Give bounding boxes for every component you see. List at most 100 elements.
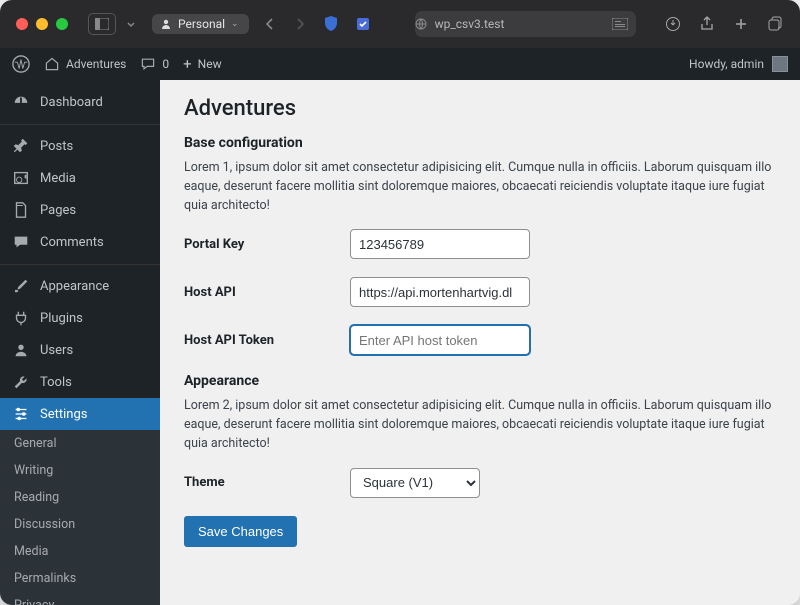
portal-key-input[interactable]: [350, 229, 530, 259]
theme-select[interactable]: Square (V1): [350, 468, 480, 498]
close-window-button[interactable]: [16, 18, 28, 30]
person-icon: [160, 18, 172, 30]
plus-icon: +: [183, 55, 192, 73]
pages-icon: [12, 201, 30, 219]
url-bar[interactable]: wp_csv3.test: [415, 11, 636, 37]
brush-icon: [12, 277, 30, 295]
menu-settings[interactable]: Settings: [0, 398, 160, 430]
howdy-text[interactable]: Howdy, admin: [689, 57, 764, 71]
submenu-reading[interactable]: Reading: [0, 484, 160, 511]
submenu-permalinks[interactable]: Permalinks: [0, 565, 160, 592]
host-api-token-label: Host API Token: [184, 333, 350, 348]
row-theme: Theme Square (V1): [184, 468, 776, 498]
section-description: Lorem 1, ipsum dolor sit amet consectetu…: [184, 159, 776, 215]
section-base-config: Base configuration Lorem 1, ipsum dolor …: [184, 135, 776, 355]
wrench-icon: [12, 373, 30, 391]
fullscreen-window-button[interactable]: [56, 18, 68, 30]
download-icon[interactable]: [664, 15, 682, 33]
new-tab-icon[interactable]: [732, 15, 750, 33]
menu-posts[interactable]: Posts: [0, 124, 160, 162]
wordpress-icon: [12, 55, 30, 73]
home-icon: [44, 56, 60, 72]
theme-label: Theme: [184, 475, 350, 490]
share-icon[interactable]: [698, 15, 716, 33]
avatar[interactable]: [772, 56, 788, 72]
comment-icon: [140, 56, 156, 72]
section-description: Lorem 2, ipsum dolor sit amet consectetu…: [184, 397, 776, 453]
menu-users[interactable]: Users: [0, 334, 160, 366]
settings-submenu: General Writing Reading Discussion Media…: [0, 430, 160, 605]
section-title: Base configuration: [184, 135, 776, 151]
menu-tools[interactable]: Tools: [0, 366, 160, 398]
menu-label: Appearance: [40, 279, 109, 294]
comments-link[interactable]: 0: [140, 56, 169, 72]
wp-body: Dashboard Posts Media Pages Comments App…: [0, 80, 800, 605]
menu-label: Users: [40, 343, 73, 358]
menu-label: Tools: [40, 375, 72, 390]
menu-label: Pages: [40, 203, 76, 218]
profile-selector[interactable]: Personal ⌄: [152, 14, 249, 34]
browser-window: Personal ⌄ wp_csv3.test: [0, 0, 800, 605]
menu-appearance[interactable]: Appearance: [0, 264, 160, 302]
back-button[interactable]: [261, 15, 279, 33]
browser-chrome: Personal ⌄ wp_csv3.test: [0, 0, 800, 48]
sliders-icon: [12, 405, 30, 423]
shield-icon[interactable]: [321, 14, 341, 34]
submenu-general[interactable]: General: [0, 430, 160, 457]
wp-admin-bar: Adventures 0 + New Howdy, admin: [0, 48, 800, 80]
menu-dashboard[interactable]: Dashboard: [0, 86, 160, 118]
media-icon: [12, 169, 30, 187]
portal-key-label: Portal Key: [184, 237, 350, 252]
row-host-api: Host API: [184, 277, 776, 307]
reader-icon[interactable]: [612, 18, 628, 30]
site-name: Adventures: [66, 57, 126, 71]
host-api-input[interactable]: [350, 277, 530, 307]
submenu-discussion[interactable]: Discussion: [0, 511, 160, 538]
wp-content: Adventures Base configuration Lorem 1, i…: [160, 80, 800, 605]
row-host-api-token: Host API Token: [184, 325, 776, 355]
wp-admin-menu: Dashboard Posts Media Pages Comments App…: [0, 80, 160, 605]
dashboard-icon: [12, 93, 30, 111]
menu-comments[interactable]: Comments: [0, 226, 160, 258]
menu-plugins[interactable]: Plugins: [0, 302, 160, 334]
url-text: wp_csv3.test: [435, 17, 505, 31]
chevron-down-icon: ⌄: [231, 19, 239, 29]
row-portal-key: Portal Key: [184, 229, 776, 259]
menu-label: Media: [40, 171, 76, 186]
user-icon: [12, 341, 30, 359]
menu-media[interactable]: Media: [0, 162, 160, 194]
pin-icon: [12, 137, 30, 155]
comments-icon: [12, 233, 30, 251]
wp-logo[interactable]: [12, 55, 30, 73]
menu-pages[interactable]: Pages: [0, 194, 160, 226]
menu-label: Comments: [40, 235, 104, 250]
submenu-writing[interactable]: Writing: [0, 457, 160, 484]
profile-name: Personal: [178, 17, 225, 31]
traffic-lights: [16, 18, 68, 30]
submenu-media[interactable]: Media: [0, 538, 160, 565]
comment-count: 0: [162, 57, 169, 71]
menu-label: Posts: [40, 139, 73, 154]
site-link[interactable]: Adventures: [44, 56, 126, 72]
menu-label: Plugins: [40, 311, 83, 326]
host-api-token-input[interactable]: [350, 325, 530, 355]
page-title: Adventures: [184, 96, 776, 121]
extension-icon[interactable]: [353, 14, 373, 34]
menu-label: Dashboard: [40, 95, 103, 110]
menu-label: Settings: [40, 407, 87, 422]
chrome-right-controls: [664, 15, 784, 33]
section-appearance: Appearance Lorem 2, ipsum dolor sit amet…: [184, 373, 776, 497]
sidebar-toggle-icon[interactable]: [88, 13, 116, 35]
chevron-down-icon[interactable]: [122, 15, 140, 33]
host-api-label: Host API: [184, 285, 350, 300]
new-content-link[interactable]: + New: [183, 55, 221, 73]
tabs-icon[interactable]: [766, 15, 784, 33]
forward-button[interactable]: [291, 15, 309, 33]
submenu-privacy[interactable]: Privacy: [0, 592, 160, 605]
save-button[interactable]: Save Changes: [184, 516, 297, 547]
minimize-window-button[interactable]: [36, 18, 48, 30]
globe-icon: [415, 18, 427, 30]
plug-icon: [12, 309, 30, 327]
new-label: New: [198, 57, 222, 71]
section-title: Appearance: [184, 373, 776, 389]
